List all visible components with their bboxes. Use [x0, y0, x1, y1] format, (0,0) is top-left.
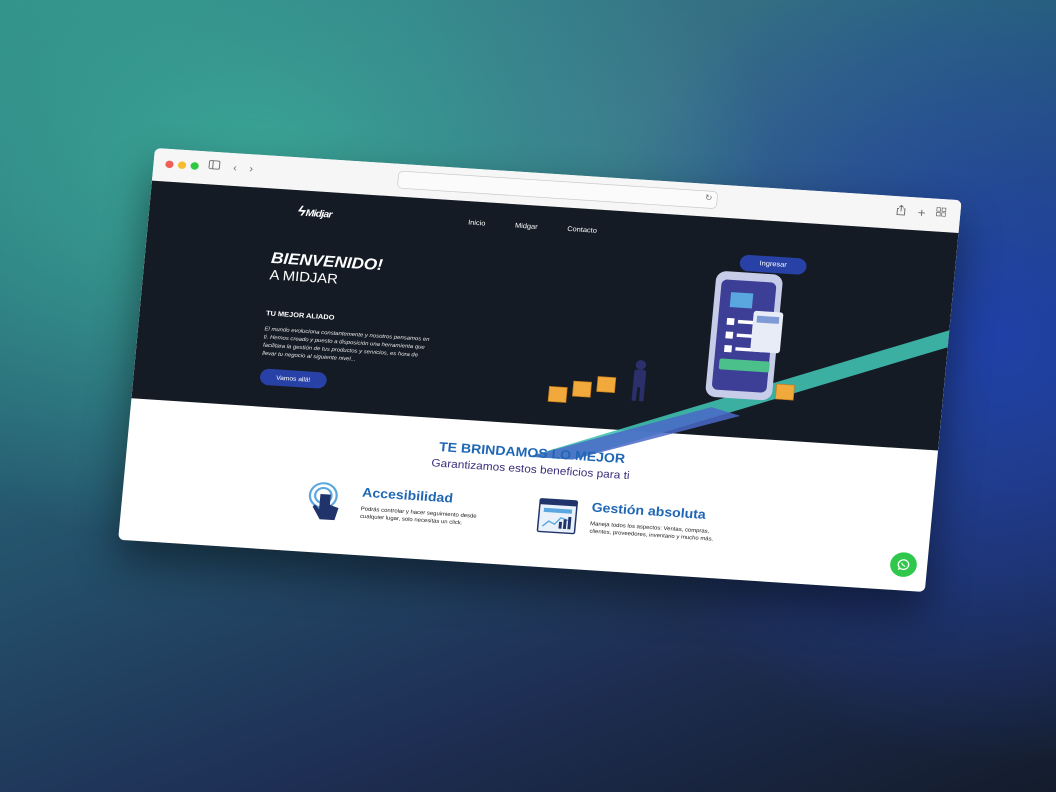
maximize-window-button[interactable] [190, 161, 200, 170]
forward-icon[interactable]: › [243, 162, 259, 177]
feature-description: Podrás controlar y hacer seguimiento des… [359, 505, 477, 526]
nav-item-inicio[interactable]: Inicio [468, 219, 486, 228]
back-icon[interactable]: ‹ [227, 161, 243, 176]
minimize-window-button[interactable] [177, 161, 187, 170]
dashboard-icon [536, 498, 579, 535]
tab-overview-icon[interactable] [933, 207, 949, 222]
browser-window: ‹ › ↻ + ϟMidjar Inicio Midgar Contacto I… [118, 148, 962, 592]
hero-tagline: TU MEJOR ALIADO [265, 309, 335, 322]
reload-icon[interactable]: ↻ [705, 193, 713, 203]
nav-item-midgar[interactable]: Midgar [515, 222, 538, 231]
close-window-button[interactable] [165, 160, 174, 169]
share-icon[interactable] [893, 204, 909, 219]
nav-item-contacto[interactable]: Contacto [567, 225, 597, 234]
hero-description: El mundo evoluciona constantemente y nos… [261, 325, 430, 363]
hero-illustration [527, 271, 950, 460]
hero-subtitle: A MIDJAR [268, 267, 339, 288]
logo-text: Midjar [305, 207, 333, 220]
new-tab-icon[interactable]: + [914, 206, 930, 221]
feature-title: Accesibilidad [361, 485, 454, 506]
scene: ‹ › ↻ + ϟMidjar Inicio Midgar Contacto I… [0, 132, 1056, 708]
whatsapp-button[interactable] [889, 551, 918, 578]
touch-icon [308, 482, 339, 521]
sidebar-icon[interactable] [206, 160, 222, 175]
main-nav: Inicio Midgar Contacto [468, 219, 597, 235]
whatsapp-icon [897, 559, 910, 571]
cta-button[interactable]: Vamos allá! [259, 368, 328, 389]
feature-title: Gestión absoluta [591, 500, 707, 523]
site-logo[interactable]: ϟMidjar [297, 204, 332, 222]
feature-description: Maneja todos los aspectos: Ventas, compr… [589, 520, 714, 543]
